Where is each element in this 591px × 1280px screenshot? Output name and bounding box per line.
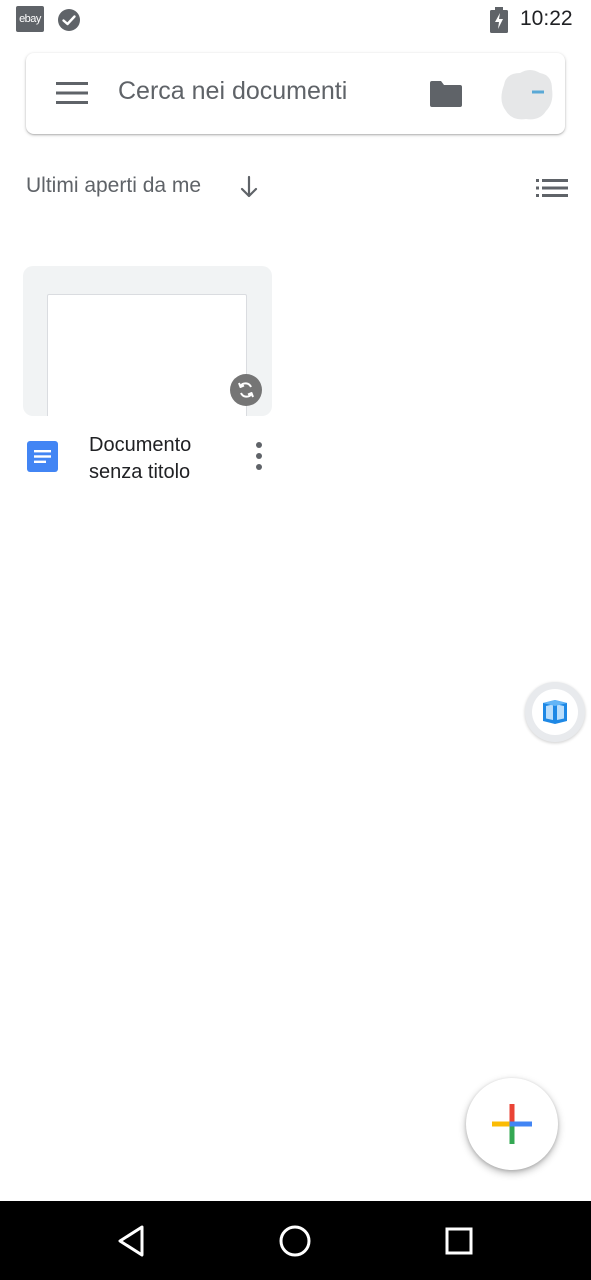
new-document-button[interactable]	[466, 1078, 558, 1170]
search-input[interactable]: Cerca nei documenti	[118, 77, 347, 106]
document-title-line2: senza titolo	[89, 461, 191, 483]
recents-icon[interactable]	[441, 1223, 477, 1259]
status-bar: ebay 10:22	[0, 0, 591, 40]
battery-charging-icon	[490, 7, 508, 33]
search-bar[interactable]: Cerca nei documenti	[26, 53, 565, 134]
docs-icon	[27, 441, 58, 472]
back-icon[interactable]	[114, 1223, 150, 1259]
floating-app-bubble[interactable]	[525, 682, 585, 742]
arrow-down-icon[interactable]	[239, 175, 259, 199]
status-time: 10:22	[520, 7, 573, 30]
sort-label[interactable]: Ultimi aperti da me	[26, 174, 201, 198]
ebay-app-icon: ebay	[16, 6, 44, 32]
document-title-line1: Documento	[89, 434, 192, 456]
avatar[interactable]	[496, 67, 554, 121]
plus-icon	[492, 1104, 532, 1144]
folder-icon[interactable]	[428, 80, 464, 108]
menu-icon[interactable]	[56, 80, 88, 106]
floating-bubble-inner	[532, 689, 578, 735]
sync-icon	[230, 374, 262, 406]
check-circle-icon	[58, 9, 80, 31]
document-preview	[47, 294, 247, 416]
home-icon[interactable]	[277, 1223, 313, 1259]
cube-icon	[543, 700, 567, 724]
document-title[interactable]: Documento senza titolo	[89, 432, 229, 486]
document-thumbnail[interactable]	[23, 266, 272, 416]
list-view-icon[interactable]	[536, 178, 568, 198]
more-options-icon[interactable]	[247, 440, 271, 472]
navigation-bar	[0, 1201, 591, 1280]
